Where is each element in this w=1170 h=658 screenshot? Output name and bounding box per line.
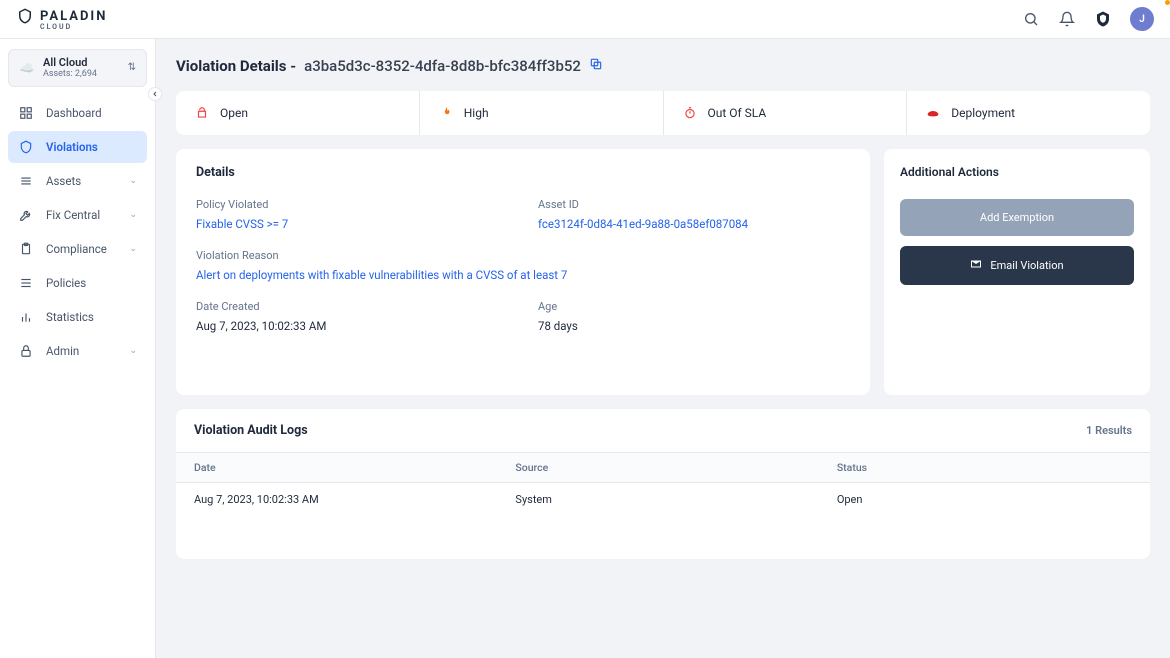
status-resource: Deployment [907,91,1150,135]
lock-open-icon [194,105,210,121]
reason-label: Violation Reason [196,249,850,262]
audit-heading: Violation Audit Logs [194,423,308,438]
status-severity: High [420,91,664,135]
wrench-icon [18,207,34,223]
field-age: Age 78 days [538,300,850,333]
sidebar-item-compliance[interactable]: Compliance ⌄ [8,233,147,265]
mail-icon [970,258,982,273]
email-violation-label: Email Violation [990,259,1063,272]
actions-heading: Additional Actions [900,165,1134,179]
main-content: Violation Details - a3ba5d3c-8352-4dfa-8… [156,39,1170,658]
brand-name: PALADIN [40,9,107,24]
clipboard-icon [18,241,34,257]
sidebar-item-fix-central[interactable]: Fix Central ⌄ [8,199,147,231]
chevron-down-icon: ⌄ [129,244,137,254]
audit-table: Date Source Status Aug 7, 2023, 10:02:33… [176,452,1150,516]
asset-label: Asset ID [538,198,850,211]
scope-selector[interactable]: ☁️ All Cloud Assets: 2,694 ⇅ [8,49,147,87]
brand-logo-icon [16,7,34,25]
avatar[interactable]: J [1130,7,1154,31]
chevron-down-icon: ⌄ [129,176,137,186]
status-resource-label: Deployment [951,106,1015,120]
sidebar-item-violations[interactable]: Violations [8,131,147,163]
cell-status: Open [819,483,1150,517]
sidebar-item-assets[interactable]: Assets ⌄ [8,165,147,197]
email-violation-button[interactable]: Email Violation [900,246,1134,285]
col-status[interactable]: Status [819,453,1150,483]
status-bar: Open High Out Of SLA Deployment [176,91,1150,135]
sidebar-item-label: Fix Central [46,208,100,222]
scope-sub: Assets: 2,694 [43,69,97,80]
field-date: Date Created Aug 7, 2023, 10:02:33 AM [196,300,508,333]
brand-sub: CLOUD [40,23,107,31]
scope-title: All Cloud [43,56,97,69]
brand: PALADIN CLOUD [16,7,107,31]
sidebar-item-admin[interactable]: Admin ⌄ [8,335,147,367]
add-exemption-label: Add Exemption [980,211,1054,224]
cloud-icon: ☁️ [19,60,35,76]
app-shield-icon[interactable] [1094,10,1112,28]
sidebar-item-label: Statistics [46,310,94,324]
table-row[interactable]: Aug 7, 2023, 10:02:33 AM System Open [176,483,1150,517]
sidebar-item-label: Policies [46,276,86,290]
topbar: PALADIN CLOUD J [0,0,1170,39]
status-sla: Out Of SLA [664,91,908,135]
search-icon[interactable] [1022,10,1040,28]
reason-link[interactable]: Alert on deployments with fixable vulner… [196,268,850,282]
copy-icon[interactable] [589,57,603,75]
status-sla-label: Out Of SLA [708,106,767,120]
shield-icon [18,139,34,155]
sidebar-item-policies[interactable]: Policies [8,267,147,299]
sidebar-collapse-button[interactable] [148,87,162,101]
sidebar-item-label: Assets [46,174,81,188]
asset-link[interactable]: fce3124f-0d84-41ed-9a88-0a58ef087084 [538,217,850,231]
age-label: Age [538,300,850,313]
date-label: Date Created [196,300,508,313]
audit-count: 1 Results [1086,424,1132,437]
cell-date: Aug 7, 2023, 10:02:33 AM [176,483,497,517]
lock-icon [18,343,34,359]
audit-card: Violation Audit Logs 1 Results Date Sour… [176,409,1150,559]
list-icon [18,275,34,291]
chevron-down-icon: ⌄ [129,346,137,356]
cell-source: System [497,483,818,517]
sidebar-item-label: Violations [46,140,98,154]
title-prefix: Violation Details - [176,57,296,75]
sidebar-item-label: Dashboard [46,106,102,120]
violation-id: a3ba5d3c-8352-4dfa-8d8b-bfc384ff3b52 [304,57,581,75]
date-value: Aug 7, 2023, 10:02:33 AM [196,319,508,333]
sidebar-item-label: Compliance [46,242,107,256]
status-open-label: Open [220,106,248,120]
dashboard-icon [18,105,34,121]
add-exemption-button[interactable]: Add Exemption [900,199,1134,236]
chevron-down-icon: ⌄ [129,210,137,220]
policy-link[interactable]: Fixable CVSS >= 7 [196,217,508,231]
notification-dot [1165,0,1170,5]
bell-icon[interactable] [1058,10,1076,28]
col-date[interactable]: Date [176,453,497,483]
actions-card: Additional Actions Add Exemption Email V… [884,149,1150,395]
age-value: 78 days [538,319,850,333]
details-card: Details Policy Violated Fixable CVSS >= … [176,149,870,395]
col-source[interactable]: Source [497,453,818,483]
chevron-updown-icon: ⇅ [128,62,136,73]
bars-icon [18,309,34,325]
stack-icon [18,173,34,189]
sidebar: ☁️ All Cloud Assets: 2,694 ⇅ Dashboard V… [0,39,156,658]
status-severity-label: High [464,106,489,120]
redhat-icon [925,105,941,121]
field-policy: Policy Violated Fixable CVSS >= 7 [196,198,508,231]
page-title: Violation Details - a3ba5d3c-8352-4dfa-8… [176,57,1150,75]
stopwatch-icon [682,105,698,121]
field-asset: Asset ID fce3124f-0d84-41ed-9a88-0a58ef0… [538,198,850,231]
sidebar-item-dashboard[interactable]: Dashboard [8,97,147,129]
field-reason: Violation Reason Alert on deployments wi… [196,249,850,282]
flame-icon [438,105,454,121]
status-open: Open [176,91,420,135]
sidebar-item-statistics[interactable]: Statistics [8,301,147,333]
sidebar-item-label: Admin [46,344,79,358]
policy-label: Policy Violated [196,198,508,211]
details-heading: Details [196,165,850,180]
sidebar-nav: Dashboard Violations Assets ⌄ Fix Centra… [8,97,147,367]
